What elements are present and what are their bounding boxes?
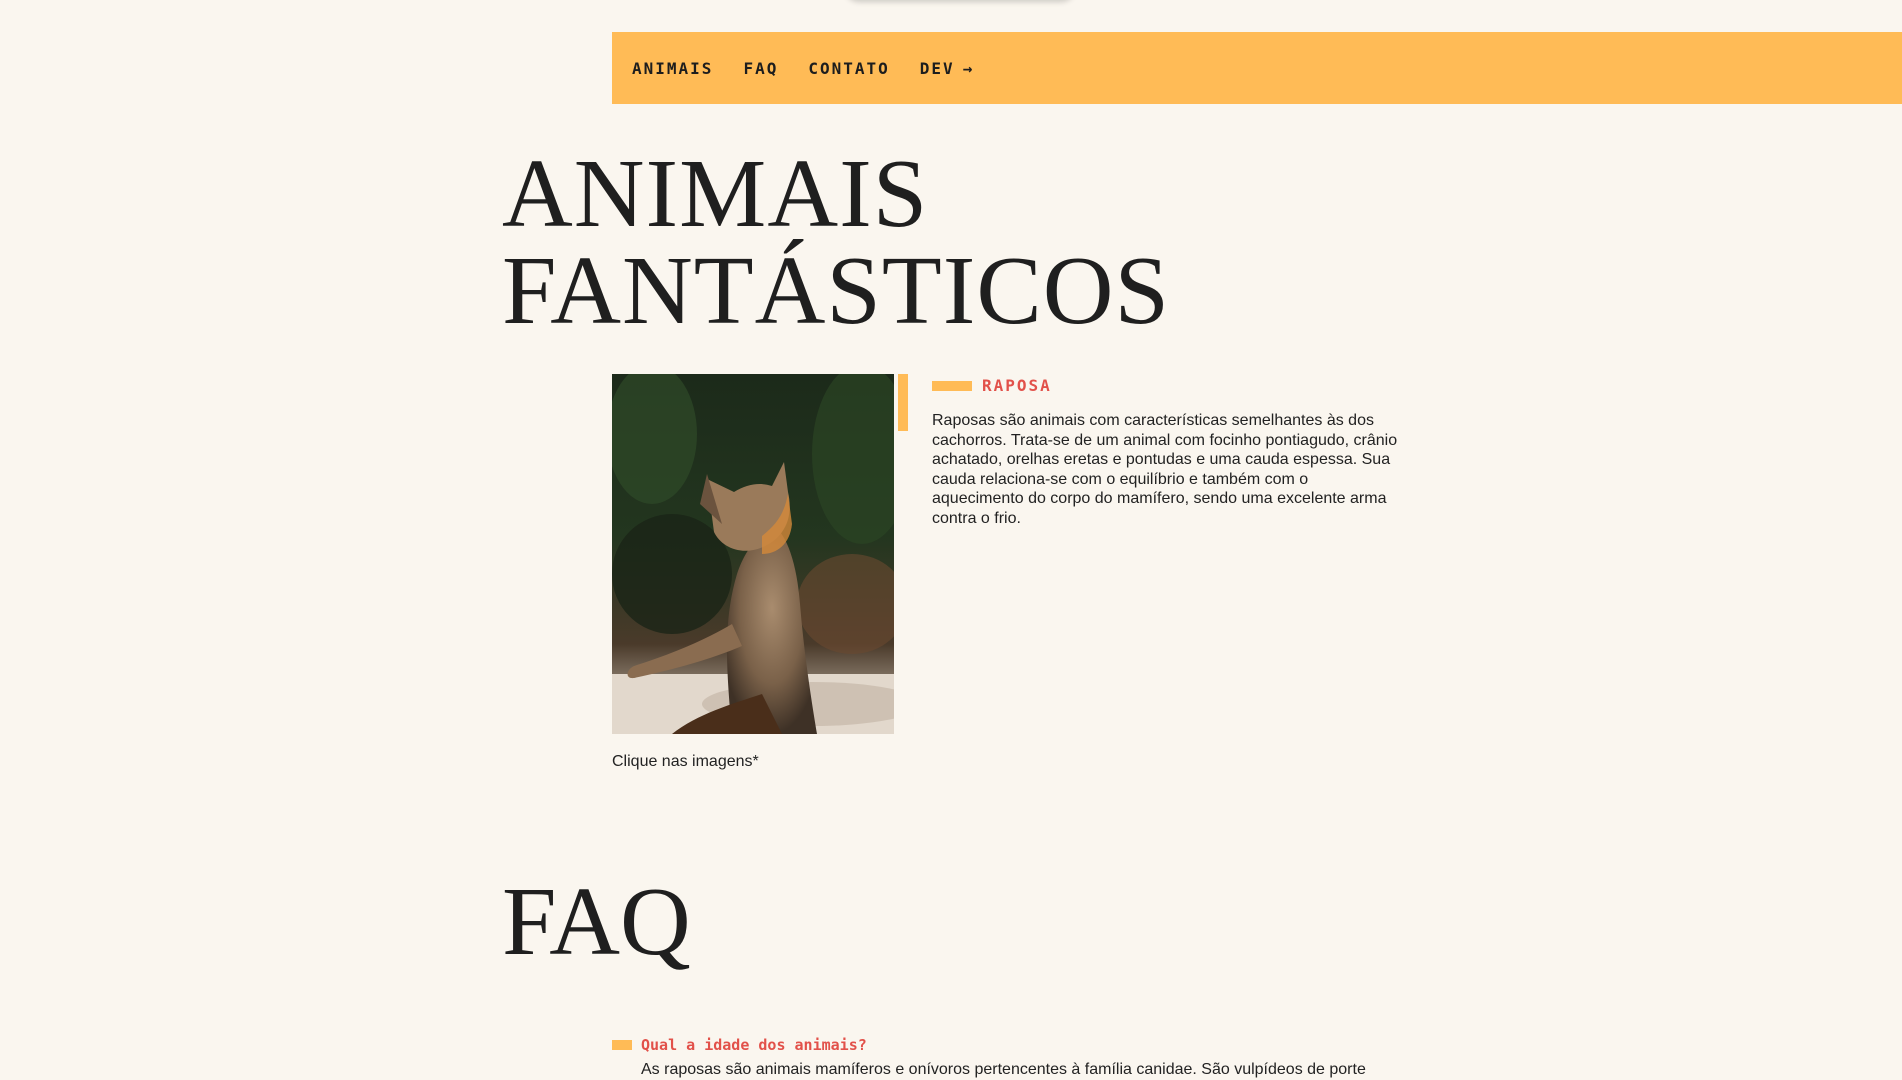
faq-question[interactable]: Qual a idade dos animais? xyxy=(612,1036,1372,1054)
page-title: ANIMAIS FANTÁSTICOS xyxy=(502,140,1171,345)
page-title-line2: FANTÁSTICOS xyxy=(502,237,1171,345)
images-hint: Clique nas imagens* xyxy=(612,753,759,770)
heading-dash xyxy=(932,380,972,391)
arrow-right-icon: → xyxy=(962,58,973,78)
nav-link-dev[interactable]: DEV → xyxy=(920,59,973,78)
page-title-line1: ANIMAIS xyxy=(502,140,929,248)
image-accent-bar xyxy=(898,374,908,431)
faq-title: FAQ xyxy=(502,868,691,976)
faq-item: Qual a idade dos animais? As raposas são… xyxy=(612,1036,1372,1080)
nav-link-faq[interactable]: FAQ xyxy=(743,59,778,78)
animal-description: Raposas são animais com características … xyxy=(932,412,1398,527)
animal-heading: RAPOSA xyxy=(932,376,1402,395)
animal-name: RAPOSA xyxy=(982,376,1052,395)
question-dash xyxy=(612,1040,632,1050)
fox-photo xyxy=(612,374,894,734)
page: ANIMAIS FAQ CONTATO DEV → ANIMAIS FANTÁS… xyxy=(0,0,1902,1080)
faq-answer: As raposas são animais mamíferos e onívo… xyxy=(641,1061,1366,1078)
fox-image[interactable] xyxy=(612,374,894,734)
nav-link-contato[interactable]: CONTATO xyxy=(808,59,889,78)
nav-link-dev-label: DEV xyxy=(919,58,955,78)
main-nav: ANIMAIS FAQ CONTATO DEV → xyxy=(612,32,1902,104)
nav-link-animais[interactable]: ANIMAIS xyxy=(632,59,713,78)
faq-question-label: Qual a idade dos animais? xyxy=(641,1036,867,1054)
animal-info: RAPOSA Raposas são animais com caracterí… xyxy=(932,374,1402,528)
